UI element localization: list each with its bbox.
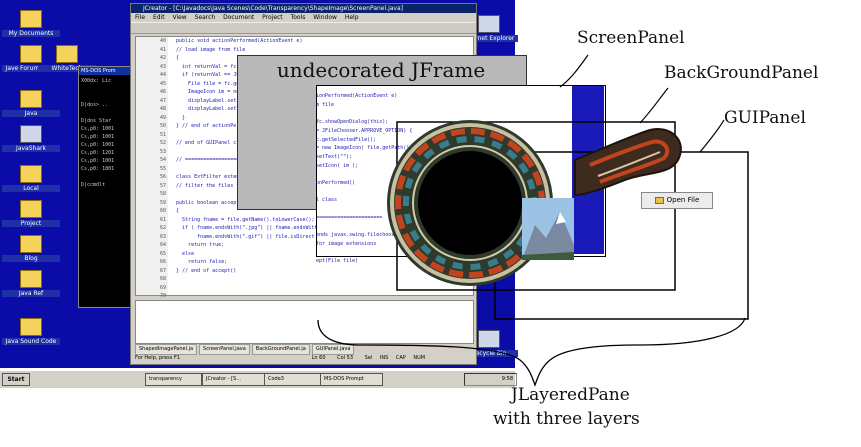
gui-panel-label: GUIPanel xyxy=(724,108,806,128)
open-file-button[interactable]: Open File xyxy=(641,192,713,209)
layers-brace xyxy=(317,317,746,387)
folder-open-icon xyxy=(654,196,664,204)
layered-pane-label: JLayeredPane xyxy=(511,385,630,405)
screen-panel-label: ScreenPanel xyxy=(577,28,685,48)
mountain-photo xyxy=(522,198,574,260)
background-panel-label: BackGroundPanel xyxy=(664,63,819,83)
layered-pane-sublabel: with three layers xyxy=(493,409,640,429)
